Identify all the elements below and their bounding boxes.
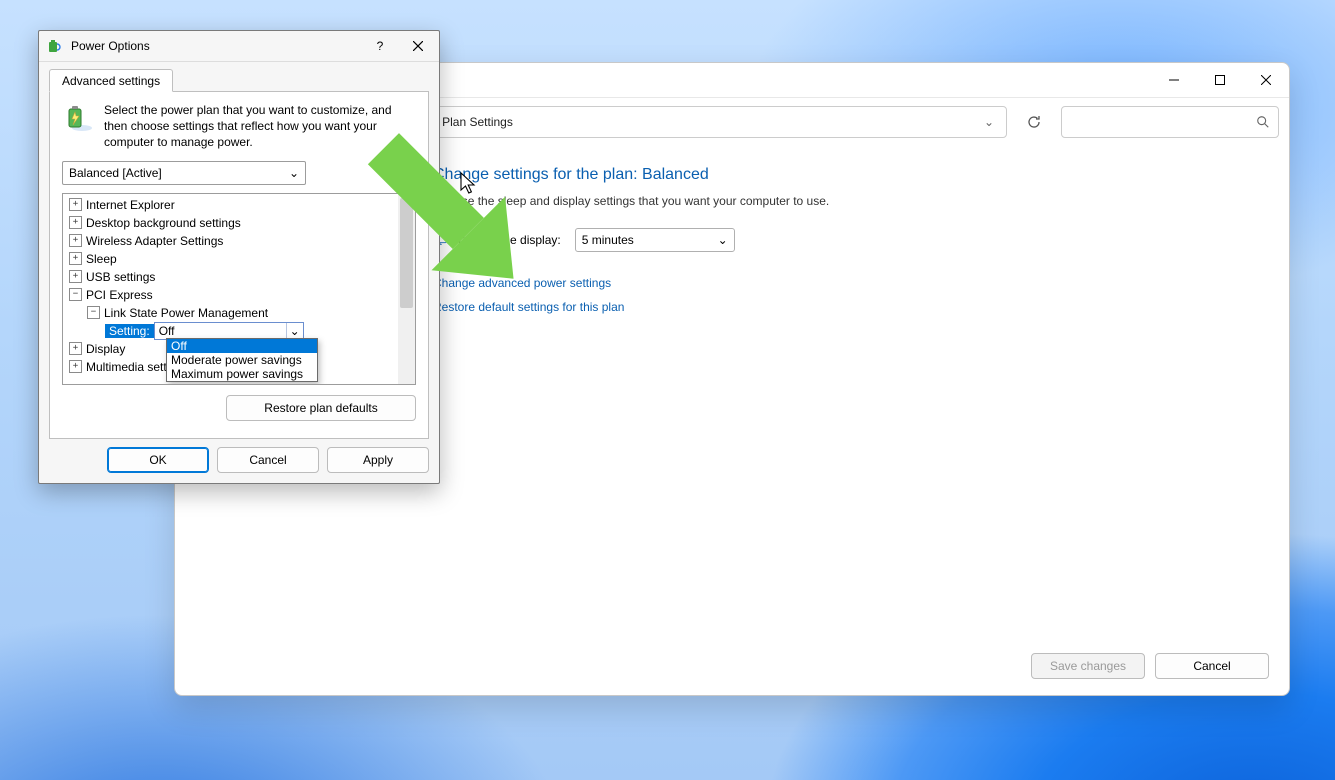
dialog-title: Power Options (71, 39, 150, 53)
maximize-button[interactable] (1197, 63, 1243, 97)
tab-advanced-settings[interactable]: Advanced settings (49, 69, 173, 92)
option-moderate[interactable]: Moderate power savings (167, 353, 317, 367)
restore-defaults-link[interactable]: Restore default settings for this plan (433, 300, 1271, 314)
apply-button[interactable]: Apply (327, 447, 429, 473)
tab-strip: Advanced settings (39, 62, 439, 91)
chevron-down-icon[interactable]: ⌄ (978, 115, 1000, 129)
search-icon (1256, 115, 1270, 129)
minimize-button[interactable] (1151, 63, 1197, 97)
page-description: Choose the sleep and display settings th… (433, 194, 1271, 208)
tree-item-desktop-background[interactable]: Desktop background settings (86, 216, 241, 230)
turn-off-display-dropdown[interactable]: 5 minutes ⌄ (575, 228, 735, 252)
collapse-toggle[interactable]: − (87, 306, 100, 319)
collapse-toggle[interactable]: − (69, 288, 82, 301)
battery-large-icon (62, 102, 94, 134)
dropdown-value: Balanced [Active] (69, 166, 162, 180)
advanced-settings-panel: Select the power plan that you want to c… (49, 91, 429, 439)
turn-off-display-label: Turn off the display: (456, 233, 561, 247)
dropdown-value: Off (159, 324, 175, 338)
setting-label: Setting: (105, 324, 154, 338)
cancel-button[interactable]: Cancel (217, 447, 319, 473)
tree-item-pci-express[interactable]: PCI Express (86, 288, 153, 302)
refresh-button[interactable] (1017, 107, 1051, 137)
expand-toggle[interactable]: + (69, 216, 82, 229)
desktop-wallpaper: Hardware and Sound › Power Options › Edi… (0, 0, 1335, 780)
turn-off-display-row: Turn off the display: 5 minutes ⌄ (433, 228, 1271, 252)
expand-toggle[interactable]: + (69, 270, 82, 283)
link-state-options-list[interactable]: Off Moderate power savings Maximum power… (166, 338, 318, 382)
expand-toggle[interactable]: + (69, 360, 82, 373)
battery-icon (47, 38, 63, 54)
change-advanced-link[interactable]: Change advanced power settings (433, 276, 1271, 290)
dialog-intro-text: Select the power plan that you want to c… (104, 102, 416, 151)
scrollbar-thumb[interactable] (400, 198, 413, 308)
tree-item-wireless-adapter[interactable]: Wireless Adapter Settings (86, 234, 223, 248)
option-maximum[interactable]: Maximum power savings (167, 367, 317, 381)
power-plan-dropdown[interactable]: Balanced [Active] ⌄ (62, 161, 306, 185)
expand-toggle[interactable]: + (69, 252, 82, 265)
close-button[interactable] (403, 35, 433, 57)
settings-tree[interactable]: + Internet Explorer + Desktop background s… (62, 193, 416, 385)
cancel-button[interactable]: Cancel (1155, 653, 1269, 679)
page-title: Change settings for the plan: Balanced (433, 166, 1271, 184)
save-changes-button[interactable]: Save changes (1031, 653, 1145, 679)
restore-plan-defaults-button[interactable]: Restore plan defaults (226, 395, 416, 421)
close-button[interactable] (1243, 63, 1289, 97)
help-button[interactable]: ? (365, 35, 395, 57)
power-options-dialog: Power Options ? Advanced settings Select… (38, 30, 440, 484)
ok-button[interactable]: OK (107, 447, 209, 473)
chevron-down-icon: ⌄ (718, 233, 728, 247)
chevron-down-icon: ⌄ (286, 323, 303, 339)
expand-toggle[interactable]: + (69, 198, 82, 211)
expand-toggle[interactable]: + (69, 234, 82, 247)
tree-scrollbar[interactable] (398, 194, 415, 384)
tree-item-usb-settings[interactable]: USB settings (86, 270, 155, 284)
tree-item-internet-explorer[interactable]: Internet Explorer (86, 198, 175, 212)
dropdown-value: 5 minutes (582, 233, 634, 247)
expand-toggle[interactable]: + (69, 342, 82, 355)
tree-item-link-state-power-mgmt[interactable]: Link State Power Management (104, 306, 268, 320)
dialog-title-bar[interactable]: Power Options ? (39, 31, 439, 62)
tree-item-sleep[interactable]: Sleep (86, 252, 117, 266)
tree-item-display[interactable]: Display (86, 342, 125, 356)
option-off[interactable]: Off (167, 339, 317, 353)
search-input[interactable] (1061, 106, 1279, 138)
chevron-down-icon: ⌄ (289, 166, 299, 180)
